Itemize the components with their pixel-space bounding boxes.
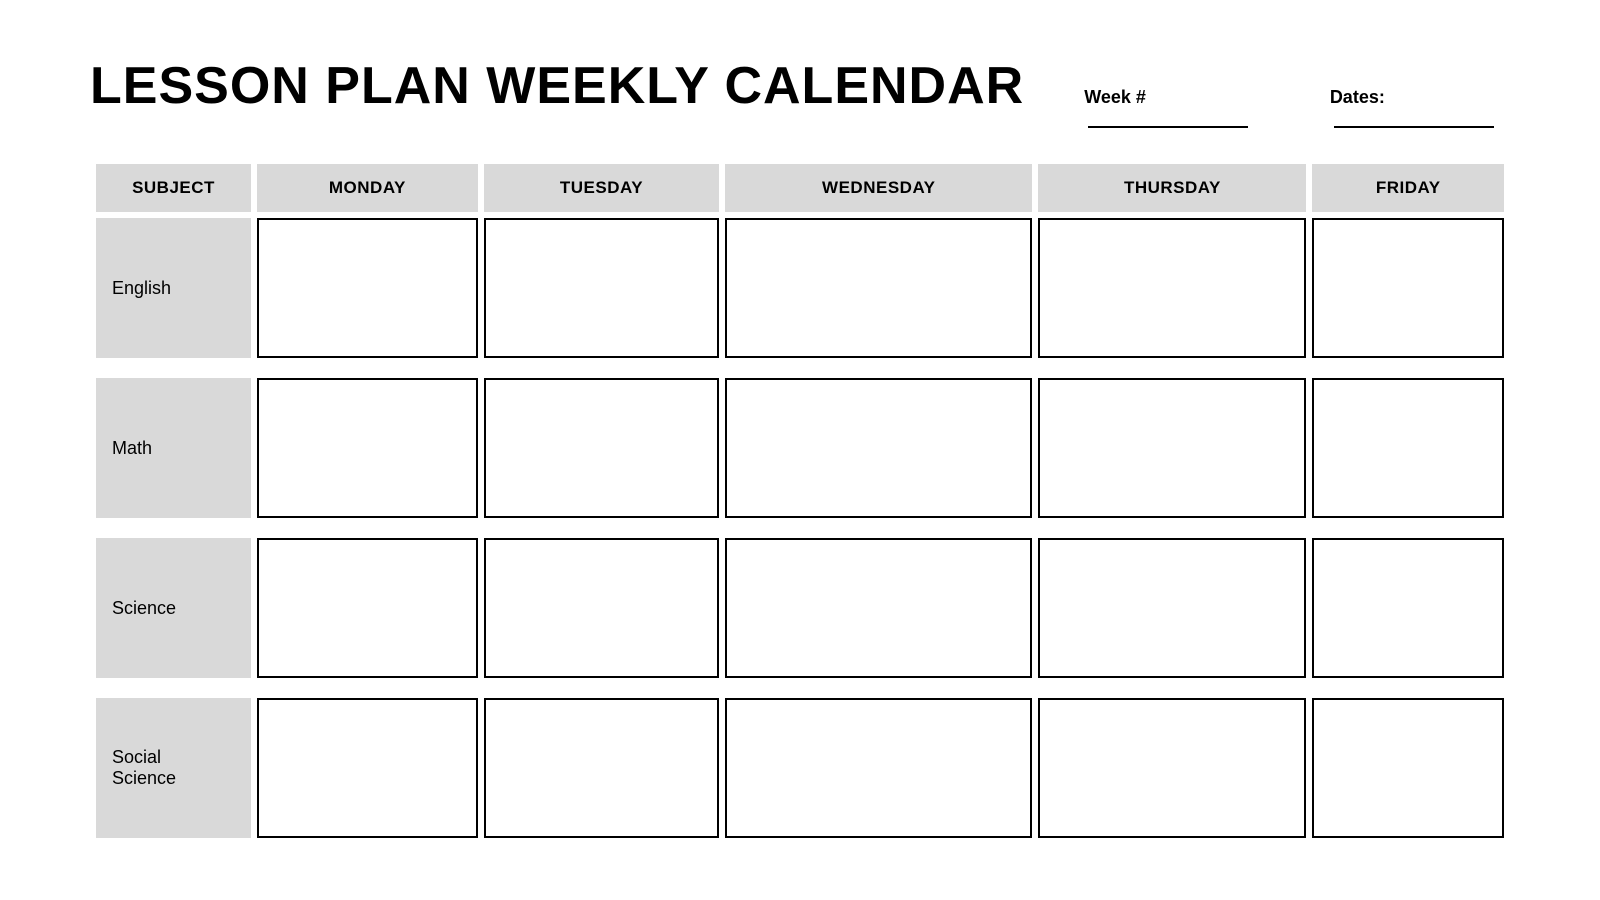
content-cell-row2-day2[interactable]: [725, 538, 1032, 678]
week-field: Week #: [1084, 87, 1270, 128]
header: LESSON PLAN WEEKLY CALENDAR Week # Dates…: [90, 56, 1510, 128]
content-cell-row0-day4[interactable]: [1312, 218, 1504, 358]
content-cell-row1-day2[interactable]: [725, 378, 1032, 518]
content-cell-row2-day1[interactable]: [484, 538, 719, 678]
page-title: LESSON PLAN WEEKLY CALENDAR: [90, 56, 1024, 116]
week-label: Week #: [1084, 87, 1146, 107]
spacer-0: [96, 364, 1504, 372]
page: LESSON PLAN WEEKLY CALENDAR Week # Dates…: [40, 16, 1560, 884]
content-cell-row1-day0[interactable]: [257, 378, 478, 518]
spacer-2: [96, 684, 1504, 692]
spacer-1: [96, 524, 1504, 532]
header-row: SUBJECT MONDAY TUESDAY WEDNESDAY THURSDA…: [96, 164, 1504, 212]
calendar-table: SUBJECT MONDAY TUESDAY WEDNESDAY THURSDA…: [90, 158, 1510, 844]
table-row: SocialScience: [96, 698, 1504, 838]
content-cell-row1-day4[interactable]: [1312, 378, 1504, 518]
week-line: [1088, 108, 1248, 128]
content-cell-row2-day3[interactable]: [1038, 538, 1306, 678]
content-cell-row0-day1[interactable]: [484, 218, 719, 358]
content-cell-row1-day3[interactable]: [1038, 378, 1306, 518]
table-row: Science: [96, 538, 1504, 678]
col-header-subject: SUBJECT: [96, 164, 251, 212]
subject-cell-3: SocialScience: [96, 698, 251, 838]
content-cell-row2-day4[interactable]: [1312, 538, 1504, 678]
content-cell-row2-day0[interactable]: [257, 538, 478, 678]
content-cell-row0-day3[interactable]: [1038, 218, 1306, 358]
dates-label: Dates:: [1330, 87, 1385, 107]
subject-cell-1: Math: [96, 378, 251, 518]
col-header-tuesday: TUESDAY: [484, 164, 719, 212]
dates-field: Dates:: [1330, 87, 1510, 128]
subject-cell-0: English: [96, 218, 251, 358]
dates-line: [1334, 108, 1494, 128]
header-fields: Week # Dates:: [1084, 87, 1510, 128]
col-header-monday: MONDAY: [257, 164, 478, 212]
content-cell-row1-day1[interactable]: [484, 378, 719, 518]
col-header-thursday: THURSDAY: [1038, 164, 1306, 212]
content-cell-row3-day1[interactable]: [484, 698, 719, 838]
table-row: Math: [96, 378, 1504, 518]
content-cell-row3-day0[interactable]: [257, 698, 478, 838]
table-row: English: [96, 218, 1504, 358]
content-cell-row0-day2[interactable]: [725, 218, 1032, 358]
subject-cell-2: Science: [96, 538, 251, 678]
content-cell-row0-day0[interactable]: [257, 218, 478, 358]
content-cell-row3-day2[interactable]: [725, 698, 1032, 838]
content-cell-row3-day4[interactable]: [1312, 698, 1504, 838]
col-header-friday: FRIDAY: [1312, 164, 1504, 212]
content-cell-row3-day3[interactable]: [1038, 698, 1306, 838]
col-header-wednesday: WEDNESDAY: [725, 164, 1032, 212]
